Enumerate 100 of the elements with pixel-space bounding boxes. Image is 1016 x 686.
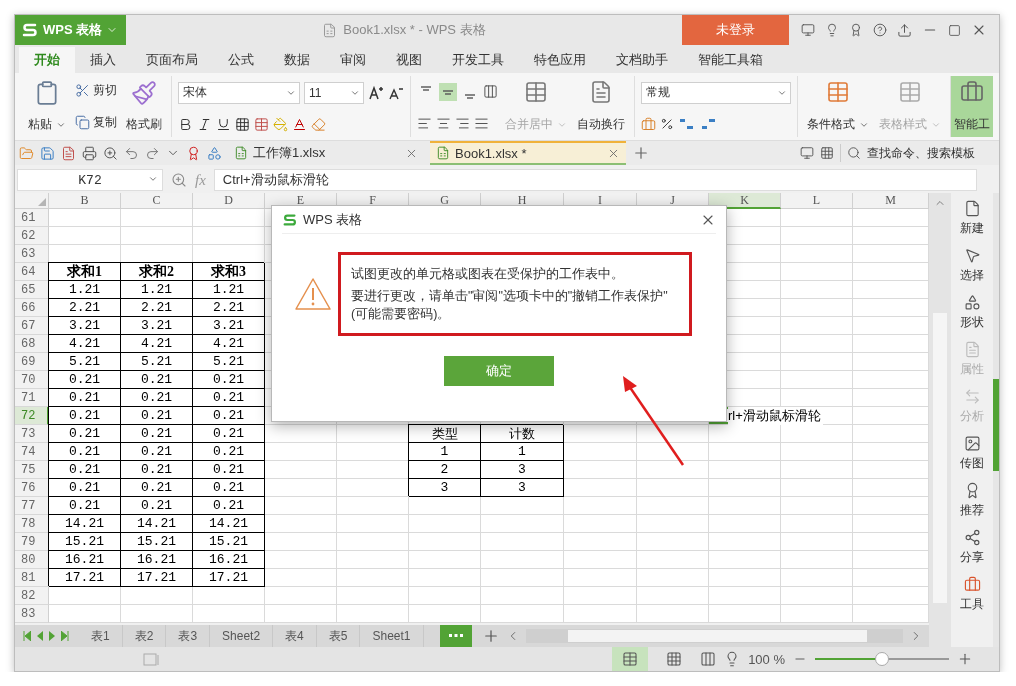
recommend-button[interactable]: 推荐	[960, 479, 984, 522]
table-cell: 5.21	[193, 353, 265, 371]
conditional-format-button[interactable]: 条件格式	[804, 76, 872, 137]
column-header[interactable]: K	[709, 193, 781, 209]
message-text: 试图更改的单元格或图表在受保护的工作表中。	[351, 266, 625, 283]
formula-field[interactable]: Ctrl+滑动鼠标滑轮	[213, 169, 977, 191]
table-cell: 0.21	[49, 371, 121, 389]
table-cell: 5.21	[49, 353, 121, 371]
row-number[interactable]: 79	[15, 533, 49, 551]
table-cell: 0.21	[121, 425, 193, 443]
row-number[interactable]: 67	[15, 317, 49, 335]
table-cell: 0.21	[49, 425, 121, 443]
table-cell: 1.21	[49, 281, 121, 299]
row-number[interactable]: 63	[15, 245, 49, 263]
table-cell: 0.21	[193, 389, 265, 407]
column-header[interactable]: M	[853, 193, 929, 209]
row-number[interactable]: 72	[15, 407, 49, 425]
ribbon-tab[interactable]: 智能工具箱	[683, 47, 778, 73]
row-number[interactable]: 68	[15, 335, 49, 353]
table-cell: 15.21	[121, 533, 193, 551]
table-cell: 3	[481, 461, 564, 479]
row-number[interactable]: 62	[15, 227, 49, 245]
copy-button[interactable]: 复制	[73, 111, 119, 133]
cut-button[interactable]: 剪切	[73, 80, 119, 102]
ribbon-tab[interactable]: 页面布局	[131, 47, 213, 73]
table-cell: 0.21	[49, 407, 121, 425]
row-number[interactable]: 64	[15, 263, 49, 281]
paste-button[interactable]: 粘贴	[25, 76, 69, 137]
shape-button[interactable]: 形状	[960, 291, 984, 334]
table-cell: 计数	[481, 425, 564, 443]
column-header[interactable]: D	[193, 193, 265, 209]
row-number[interactable]: 65	[15, 281, 49, 299]
row-number[interactable]: 75	[15, 461, 49, 479]
table-cell: 0.21	[49, 389, 121, 407]
name-box[interactable]: K72	[17, 169, 163, 191]
row-number[interactable]: 76	[15, 479, 49, 497]
table-cell: 3	[481, 479, 564, 497]
ribbon-tab[interactable]: 审阅	[325, 47, 381, 73]
tab-label: Book1.xlsx *	[455, 145, 528, 161]
row-number[interactable]: 66	[15, 299, 49, 317]
ribbon-tab[interactable]: 开发工具	[437, 47, 519, 73]
table-cell: 16.21	[193, 551, 265, 569]
table-cell: 0.21	[121, 389, 193, 407]
table-cell: 4.21	[121, 335, 193, 353]
format-painter-button[interactable]: 格式刷	[123, 76, 165, 137]
row-number[interactable]: 71	[15, 389, 49, 407]
table-cell: 0.21	[193, 461, 265, 479]
new-button[interactable]: 新建	[960, 197, 984, 240]
row-number[interactable]: 77	[15, 497, 49, 515]
ribbon-tab[interactable]: 特色应用	[519, 47, 601, 73]
table-cell: 0.21	[193, 371, 265, 389]
row-number[interactable]: 73	[15, 425, 49, 443]
ribbon-tab[interactable]: 数据	[269, 47, 325, 73]
table-cell: 17.21	[49, 569, 121, 587]
font-name-select[interactable]: 宋体	[178, 81, 300, 104]
table-cell: 3	[409, 479, 481, 497]
ribbon-tab[interactable]: 公式	[213, 47, 269, 73]
ribbon-tab[interactable]: 文档助手	[601, 47, 683, 73]
table-cell: 2.21	[121, 299, 193, 317]
number-format-select[interactable]: 常规	[641, 81, 791, 104]
row-number[interactable]: 69	[15, 353, 49, 371]
column-header[interactable]: C	[121, 193, 193, 209]
message-text: 要进行更改，请单击"审阅"选项卡中的"撤销工作表保护"(可能需要密码)。	[351, 288, 669, 323]
row-number[interactable]: 81	[15, 569, 49, 587]
table-cell: 0.21	[121, 371, 193, 389]
column-header[interactable]: L	[781, 193, 853, 209]
document-tab[interactable]: Book1.xlsx *	[430, 141, 626, 165]
table-cell: 4.21	[49, 335, 121, 353]
table-cell: 4.21	[193, 335, 265, 353]
tab-label: 工作簿1.xlsx	[253, 144, 327, 162]
row-number[interactable]: 83	[15, 605, 49, 623]
row-number[interactable]: 78	[15, 515, 49, 533]
row-number[interactable]: 82	[15, 587, 49, 605]
table-cell: 0.21	[49, 461, 121, 479]
smart-tools-button[interactable]: 智能工	[951, 76, 993, 137]
share-button[interactable]: 分享	[960, 526, 984, 569]
table-cell: 1	[409, 443, 481, 461]
table-cell: 1	[481, 443, 564, 461]
column-header[interactable]: B	[49, 193, 121, 209]
ribbon-tab[interactable]: 视图	[381, 47, 437, 73]
select-button[interactable]: 选择	[960, 244, 984, 287]
row-number[interactable]: 70	[15, 371, 49, 389]
ribbon-tab[interactable]: 插入	[75, 47, 131, 73]
row-number[interactable]: 74	[15, 443, 49, 461]
wrap-text-button[interactable]: 自动换行	[574, 76, 628, 137]
table-cell: 0.21	[193, 443, 265, 461]
upload-image-button[interactable]: 传图	[960, 432, 984, 475]
row-number[interactable]: 61	[15, 209, 49, 227]
table-cell: 0.21	[121, 443, 193, 461]
search-field[interactable]: 查找命令、搜索模板	[840, 144, 999, 162]
window-title: Book1.xlsx * - WPS 表格	[343, 21, 486, 39]
row-number[interactable]: 80	[15, 551, 49, 569]
tools-button[interactable]: 工具	[960, 573, 984, 616]
table-cell: 0.21	[49, 443, 121, 461]
table-cell: 14.21	[49, 515, 121, 533]
ribbon-tab[interactable]: 开始	[19, 47, 75, 73]
table-cell: 1.21	[121, 281, 193, 299]
font-size-select[interactable]: 11	[304, 81, 364, 104]
document-tab[interactable]: 工作簿1.xlsx	[228, 141, 424, 165]
table-cell: 2.21	[193, 299, 265, 317]
